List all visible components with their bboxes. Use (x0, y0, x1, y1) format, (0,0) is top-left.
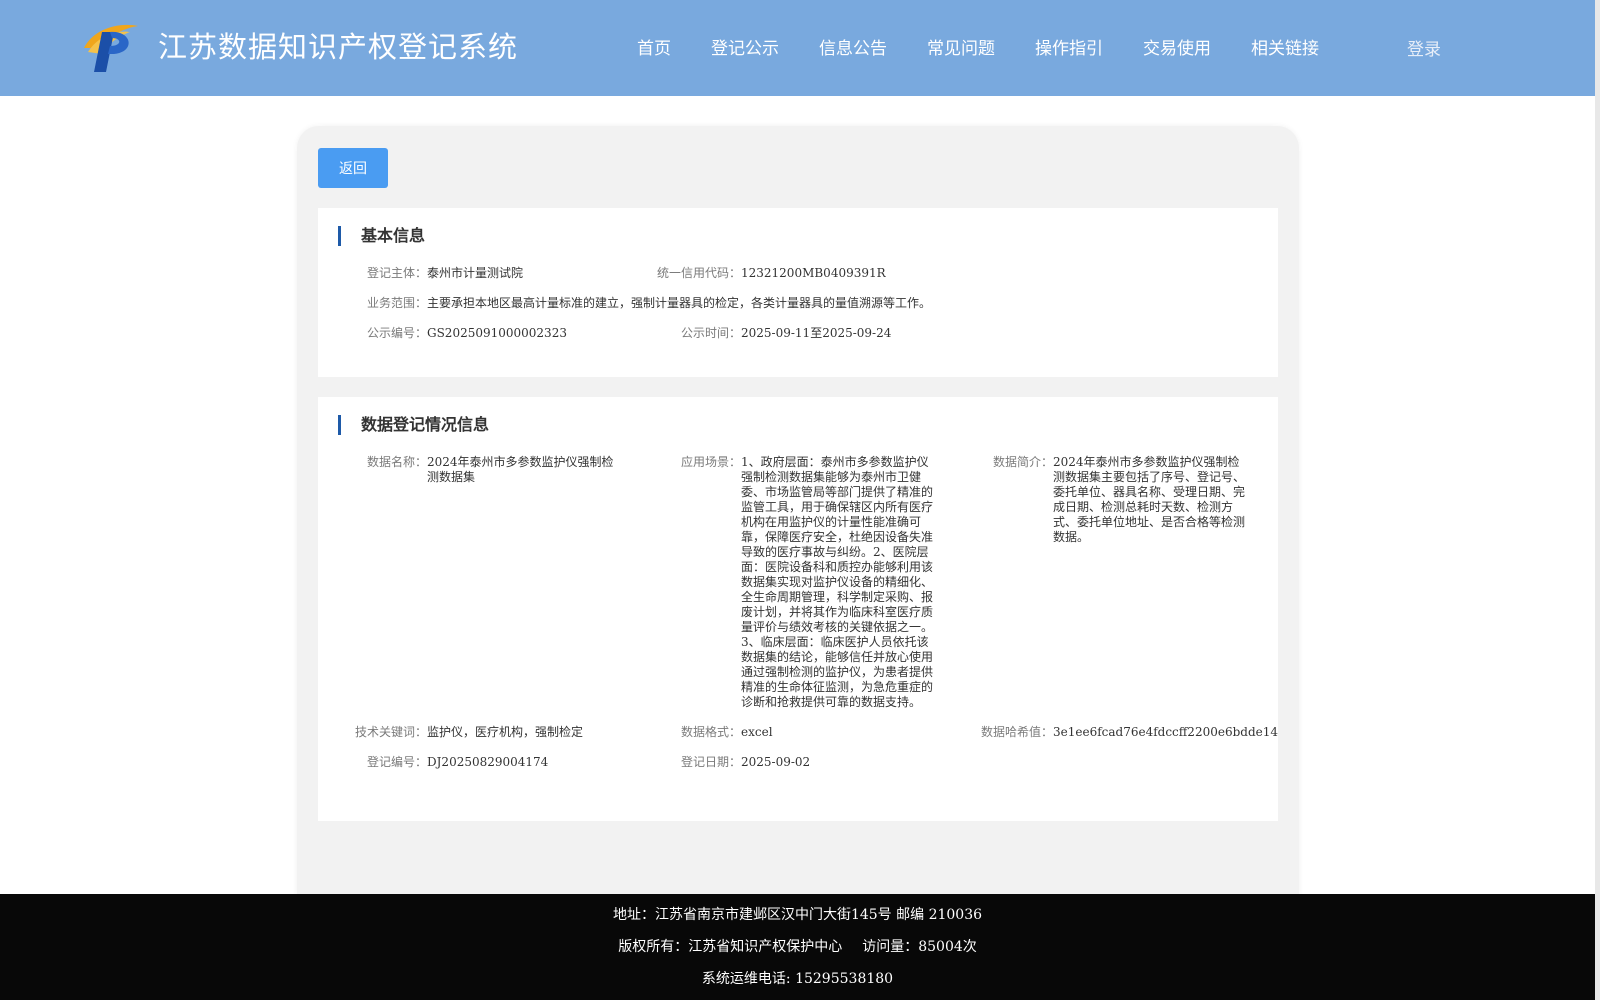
reg-no-value: DJ20250829004174 (427, 755, 549, 769)
nav-operation-guide[interactable]: 操作指引 (1035, 34, 1103, 59)
notice-time-field: 公示时间： 2025-09-11至2025-09-24 (318, 326, 1278, 341)
footer-copyright-row: 版权所有：江苏省知识产权保护中心 访问量：85004次 (0, 936, 1595, 956)
site-header: 江苏数据知识产权登记系统 首页 登记公示 信息公告 常见问题 操作指引 交易使用… (0, 0, 1595, 96)
data-registration-title: 数据登记情况信息 (338, 415, 489, 435)
nav-related-links[interactable]: 相关链接 (1251, 34, 1319, 59)
data-name-label: 数据名称： (366, 455, 427, 469)
nav-registration-notice[interactable]: 登记公示 (711, 34, 779, 59)
nav-home[interactable]: 首页 (637, 34, 671, 59)
scope-label: 业务范围： (366, 296, 427, 310)
keywords-value: 监护仪，医疗机构，强制检定 (427, 725, 584, 739)
hash-label: 数据哈希值： (980, 725, 1053, 739)
scope-field: 业务范围： 主要承担本地区最高计量标准的建立，强制计量器具的检定，各类计量器具的… (318, 296, 1278, 311)
data-name-value: 2024年泰州市多参数监护仪强制检测数据集 (427, 455, 614, 484)
nav-info-announcement[interactable]: 信息公告 (819, 34, 887, 59)
intro-field: 数据简介： 2024年泰州市多参数监护仪强制检测数据集主要包括了序号、登记号、委… (938, 455, 1278, 555)
reg-date-label: 登记日期： (680, 755, 741, 769)
site-footer: 地址：江苏省南京市建邺区汉中门大街145号 邮编 210036 版权所有：江苏省… (0, 894, 1595, 1000)
footer-copyright: 版权所有：江苏省知识产权保护中心 (618, 939, 843, 955)
format-label: 数据格式： (680, 725, 741, 739)
data-name-field: 数据名称： 2024年泰州市多参数监护仪强制检测数据集 (318, 455, 628, 487)
footer-address: 地址：江苏省南京市建邺区汉中门大街145号 邮编 210036 (612, 907, 983, 923)
credit-code-label: 统一信用代码： (656, 266, 741, 280)
scope-value: 主要承担本地区最高计量标准的建立，强制计量器具的检定，各类计量器具的量值溯源等工… (427, 296, 932, 310)
scene-field: 应用场景： 1、政府层面：泰州市多参数监护仪强制检测数据集能够为泰州市卫健委、市… (618, 455, 948, 715)
data-registration-card: 数据登记情况信息 数据名称： 2024年泰州市多参数监护仪强制检测数据集 应用场… (318, 397, 1278, 821)
scene-value: 1、政府层面：泰州市多参数监护仪强制检测数据集能够为泰州市卫健委、市场监管局等部… (741, 455, 934, 709)
format-value: excel (741, 725, 773, 739)
nav-transaction-use[interactable]: 交易使用 (1143, 34, 1211, 59)
format-field: 数据格式： excel (618, 725, 938, 740)
notice-time-value: 2025-09-11至2025-09-24 (741, 326, 892, 340)
scene-label: 应用场景： (680, 455, 741, 469)
intro-label: 数据简介： (992, 455, 1053, 469)
intro-value: 2024年泰州市多参数监护仪强制检测数据集主要包括了序号、登记号、委托单位、器具… (1053, 455, 1246, 544)
hash-value: 3e1ee6fcad76e4fdccff2200e6bdde14 (1053, 725, 1278, 739)
back-button[interactable]: 返回 (318, 148, 388, 188)
reg-date-value: 2025-09-02 (741, 755, 811, 769)
reg-no-field: 登记编号： DJ20250829004174 (318, 755, 628, 770)
keywords-label: 技术关键词： (354, 725, 427, 739)
basic-info-card: 基本信息 登记主体： 泰州市计量测试院 统一信用代码： 12321200MB04… (318, 208, 1278, 377)
credit-code-value: 12321200MB0409391R (741, 266, 886, 280)
reg-no-label: 登记编号： (366, 755, 427, 769)
login-link[interactable]: 登录 (1407, 35, 1441, 60)
nav-faq[interactable]: 常见问题 (927, 34, 995, 59)
credit-code-field: 统一信用代码： 12321200MB0409391R (318, 266, 1278, 281)
basic-info-title: 基本信息 (338, 226, 425, 246)
reg-date-field: 登记日期： 2025-09-02 (618, 755, 938, 770)
footer-phone: 系统运维电话: 15295538180 (701, 971, 894, 987)
keywords-field: 技术关键词： 监护仪，医疗机构，强制检定 (318, 725, 628, 740)
notice-time-label: 公示时间： (680, 326, 741, 340)
hash-field: 数据哈希值： 3e1ee6fcad76e4fdccff2200e6bdde14 (938, 725, 1278, 740)
scrollbar[interactable] (1595, 0, 1600, 1000)
footer-visits: 访问量：85004次 (862, 939, 977, 955)
main-nav: 首页 登记公示 信息公告 常见问题 操作指引 交易使用 相关链接 (0, 34, 1595, 60)
